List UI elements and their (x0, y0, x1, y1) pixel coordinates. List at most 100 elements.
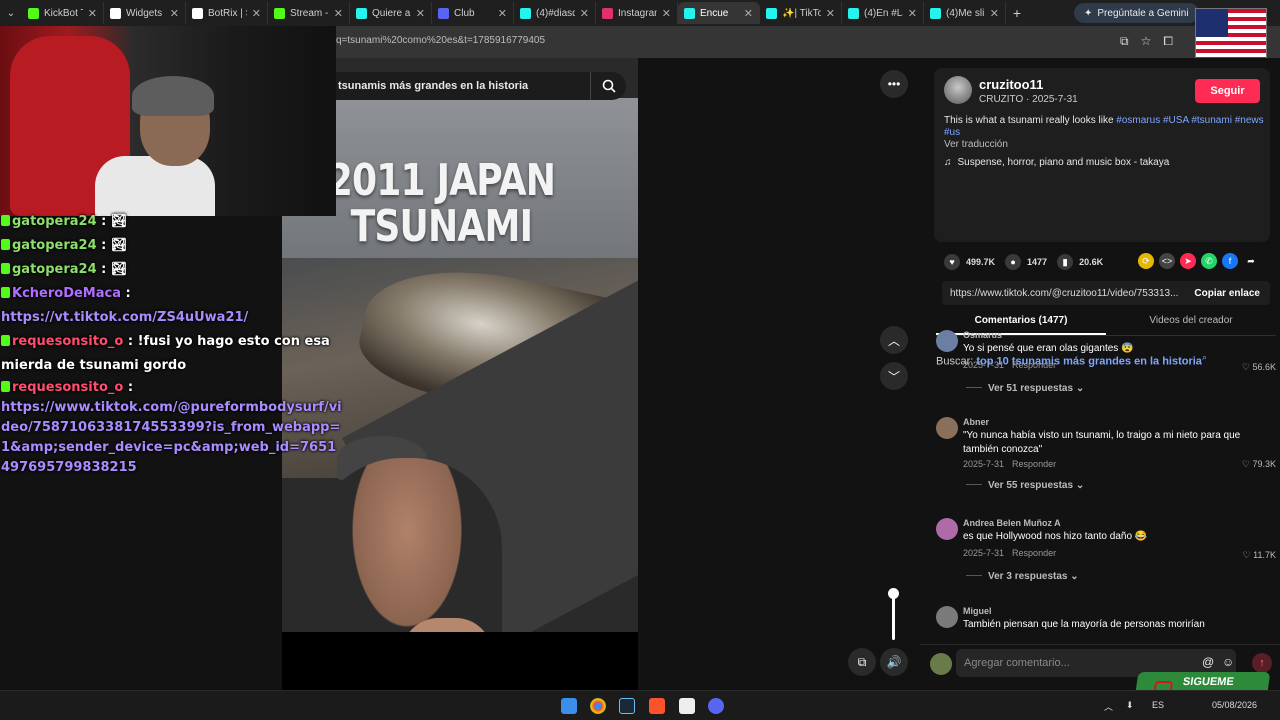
new-tab-button[interactable]: + (1006, 5, 1028, 21)
browser-tab[interactable]: Club ✕ (432, 2, 514, 24)
close-tab-icon[interactable]: ✕ (826, 7, 835, 20)
copy-link-button[interactable]: Copiar enlace (1184, 288, 1270, 299)
follow-button[interactable]: Seguir (1195, 79, 1260, 103)
more-options-button[interactable]: ••• (880, 70, 908, 98)
comment-avatar[interactable] (936, 330, 958, 352)
steam-icon[interactable] (619, 698, 635, 714)
browser-tab[interactable]: BotRix | S ✕ (186, 2, 268, 24)
picture-in-picture-button[interactable]: ⧉ (848, 648, 876, 676)
hashtag-link[interactable]: #us (944, 127, 960, 138)
browser-tab[interactable]: KickBot T ✕ (22, 2, 104, 24)
comment-avatar[interactable] (936, 518, 958, 540)
browser-tab[interactable]: Instagram ✕ (596, 2, 678, 24)
facebook-icon[interactable]: f (1222, 253, 1238, 269)
close-tab-icon[interactable]: ✕ (744, 7, 753, 20)
comment-author[interactable]: Osmarus (963, 330, 1002, 340)
comment-author[interactable]: Abner (963, 417, 989, 427)
view-replies-button[interactable]: Ver 3 respuestas ⌄ (966, 571, 1079, 582)
windows-start-icon[interactable] (561, 698, 577, 714)
close-tab-icon[interactable]: ✕ (580, 7, 589, 20)
chat-username[interactable]: gatopera24 (12, 214, 97, 229)
hashtag-link[interactable]: #news (1235, 115, 1264, 126)
comment-like-button[interactable]: ♡ 56.6K (1242, 362, 1276, 373)
next-video-button[interactable]: ﹀ (880, 362, 908, 390)
chat-username[interactable]: KcheroDeMaca (12, 286, 121, 301)
chrome-icon[interactable] (590, 698, 606, 714)
extensions-icon[interactable]: ⧠ (1163, 34, 1173, 49)
discord-icon[interactable] (708, 698, 724, 714)
hashtag-link[interactable]: #osmarus (1116, 115, 1160, 126)
comment-button[interactable]: ● 1477 (1005, 254, 1047, 270)
close-tab-icon[interactable]: ✕ (416, 7, 425, 20)
reply-button[interactable]: Responder (1012, 459, 1056, 469)
tab-search-chevron-icon[interactable]: ⌄ (0, 8, 22, 19)
tray-app-icon[interactable]: ⬇ (1126, 700, 1134, 711)
chat-username[interactable]: gatopera24 (12, 262, 97, 277)
close-tab-icon[interactable]: ✕ (662, 7, 671, 20)
volume-button[interactable]: 🔊 (880, 648, 908, 676)
volume-slider-track[interactable] (892, 594, 895, 640)
notes-icon[interactable] (679, 698, 695, 714)
close-tab-icon[interactable]: ✕ (990, 7, 999, 20)
chat-link[interactable]: https://vt.tiktok.com/ZS4uUwa21/ (1, 310, 248, 325)
comment-like-button[interactable]: ♡ 11.7K (1243, 550, 1276, 561)
chat-username[interactable]: requesonsito_o (12, 334, 123, 349)
close-tab-icon[interactable]: ✕ (908, 7, 917, 20)
creator-avatar[interactable] (944, 76, 972, 104)
video-link-url[interactable]: https://www.tiktok.com/@cruzitoo11/video… (942, 288, 1184, 299)
comment-like-button[interactable]: ♡ 79.3K (1242, 459, 1276, 470)
creator-name[interactable]: cruzitoo11 (979, 77, 1043, 92)
reply-button[interactable]: Responder (1012, 360, 1056, 370)
browser-tab[interactable]: (4)#diasd ✕ (514, 2, 596, 24)
video-search-bar[interactable]: tsunamis más grandes en la historia (336, 72, 626, 100)
browser-tab[interactable]: Encue ✕ (678, 2, 760, 24)
browser-tab[interactable]: ✨| TikTo ✕ (760, 2, 842, 24)
browser-tab[interactable]: (4)Me slir ✕ (924, 2, 1006, 24)
install-app-icon[interactable]: ⧉ (1120, 34, 1129, 49)
save-button[interactable]: ▮ 20.6K (1057, 254, 1103, 270)
hashtag-link[interactable]: #tsunami (1191, 115, 1232, 126)
see-translation-link[interactable]: Ver traducción (944, 139, 1008, 150)
volume-slider-handle[interactable] (888, 588, 899, 599)
browser-tab[interactable]: (4)En #La ✕ (842, 2, 924, 24)
url-text[interactable]: q=tsunami%20como%20es&t=1785916779405 (336, 35, 545, 46)
embed-icon[interactable]: <> (1159, 253, 1175, 269)
chat-link[interactable]: https://www.tiktok.com/@pureformbodysurf… (1, 400, 342, 475)
send-to-friends-icon[interactable]: ➤ (1180, 253, 1196, 269)
comment-avatar[interactable] (936, 606, 958, 628)
comment-author[interactable]: Miguel (963, 606, 992, 616)
post-comment-button[interactable]: ↑ (1252, 653, 1272, 673)
emoji-icon[interactable]: ☺ (1222, 655, 1234, 669)
close-tab-icon[interactable]: ✕ (170, 7, 179, 20)
search-icon[interactable] (590, 72, 626, 100)
reply-button[interactable]: Responder (1012, 548, 1056, 558)
browser-tab[interactable]: Widgets ✕ (104, 2, 186, 24)
hashtag-link[interactable]: #USA (1163, 115, 1189, 126)
like-button[interactable]: ♥ 499.7K (944, 254, 995, 270)
browser-tab[interactable]: Stream - ✕ (268, 2, 350, 24)
keyboard-language[interactable]: ES (1152, 700, 1164, 710)
brave-icon[interactable] (649, 698, 665, 714)
comment-avatar[interactable] (936, 417, 958, 439)
taskbar-date[interactable]: 05/08/2026 (1212, 700, 1257, 710)
music-info[interactable]: ♫ Suspense, horror, piano and music box -… (944, 157, 1169, 168)
browser-tab[interactable]: Quiere ap ✕ (350, 2, 432, 24)
chat-username[interactable]: requesonsito_o (12, 380, 123, 395)
video-search-text[interactable]: tsunamis más grandes en la historia (336, 80, 590, 92)
repost-icon[interactable]: ⟳ (1138, 253, 1154, 269)
close-tab-icon[interactable]: ✕ (252, 7, 261, 20)
close-tab-icon[interactable]: ✕ (498, 7, 507, 20)
close-tab-icon[interactable]: ✕ (88, 7, 97, 20)
bookmark-star-icon[interactable]: ☆ (1141, 34, 1152, 49)
share-arrow-icon[interactable]: ➦ (1243, 253, 1259, 269)
view-replies-button[interactable]: Ver 51 respuestas ⌄ (966, 383, 1084, 394)
mention-icon[interactable]: @ (1202, 655, 1214, 669)
ask-gemini-button[interactable]: ✦ Pregúntale a Gemini (1074, 3, 1199, 23)
chat-username[interactable]: gatopera24 (12, 238, 97, 253)
whatsapp-icon[interactable]: ✆ (1201, 253, 1217, 269)
tray-chevron-icon[interactable]: ︿ (1104, 700, 1113, 713)
previous-video-button[interactable]: ︿ (880, 326, 908, 354)
comment-author[interactable]: Andrea Belen Muñoz A (963, 518, 1061, 528)
view-replies-button[interactable]: Ver 55 respuestas ⌄ (966, 480, 1084, 491)
close-tab-icon[interactable]: ✕ (334, 7, 343, 20)
